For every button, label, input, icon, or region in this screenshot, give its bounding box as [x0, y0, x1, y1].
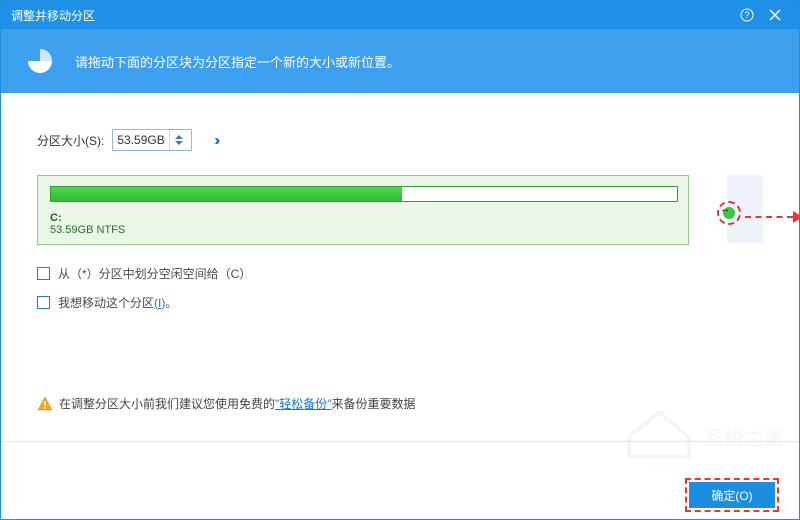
svg-text:系统之家: 系统之家: [704, 427, 784, 450]
usage-fill: [51, 187, 402, 201]
banner-text: 请拖动下面的分区块为分区指定一个新的大小或新位置。: [75, 52, 400, 71]
partition-visual: C: 53.59GB NTFS ↔: [37, 175, 763, 245]
partition-block[interactable]: C: 53.59GB NTFS: [37, 175, 689, 245]
resize-handle[interactable]: ↔: [717, 201, 741, 225]
annotation-line: [745, 216, 793, 218]
footer-separator: [1, 441, 799, 442]
move-suffix: 。: [165, 294, 177, 311]
partition-desc: 53.59GB NTFS: [50, 224, 676, 236]
dialog-window: 调整并移动分区 ? 请拖动下面的分区块为分区指定一个新的大小或新位置。 分区大小…: [0, 0, 800, 520]
size-label: 分区大小(S):: [37, 132, 104, 149]
checkbox-move[interactable]: [37, 296, 50, 309]
spinner-down-icon[interactable]: [175, 141, 183, 145]
spinner-arrows[interactable]: [169, 130, 187, 150]
warning-pre: 在调整分区大小前我们建议您使用免费的: [59, 395, 275, 412]
content-area: 分区大小(S): ›› C: 53.59GB NTFS: [1, 93, 799, 311]
move-label: 我想移动这个分区: [58, 294, 154, 311]
checkbox-move-row[interactable]: 我想移动这个分区 (I) 。: [37, 294, 763, 311]
window-title: 调整并移动分区: [11, 7, 733, 24]
help-icon: ?: [740, 8, 754, 22]
warning-link[interactable]: "轻松备份": [275, 395, 332, 412]
move-link[interactable]: (I): [154, 296, 165, 310]
spinner-up-icon[interactable]: [175, 135, 183, 139]
carve-label-post: ）: [239, 265, 251, 282]
annotation-arrow: [745, 211, 800, 223]
ok-button-wrap: 确定(O): [689, 482, 775, 508]
carve-label-pre: 从（*）分区中划分空闲空间给（: [58, 265, 231, 282]
close-button[interactable]: [761, 1, 789, 29]
checkbox-carve[interactable]: [37, 267, 50, 280]
titlebar: 调整并移动分区 ?: [1, 1, 799, 29]
svg-text:WWW.XITONGZHIJIA.NET: WWW.XITONGZHIJIA.NET: [649, 464, 759, 467]
size-spinner[interactable]: [112, 129, 192, 151]
ok-button[interactable]: 确定(O): [689, 482, 775, 508]
carve-drive: C: [231, 267, 240, 281]
partition-drive-label: C:: [50, 212, 676, 224]
resize-arrows-icon: ↔: [714, 204, 736, 215]
warning-icon: [37, 396, 53, 412]
usage-bar: [50, 186, 678, 202]
warning-post: 来备份重要数据: [332, 395, 416, 412]
partition-icon: [23, 44, 57, 78]
help-button[interactable]: ?: [733, 1, 761, 29]
footer: 确定(O): [1, 471, 799, 519]
size-input[interactable]: [113, 130, 169, 150]
svg-text:?: ?: [744, 10, 749, 20]
annotation-arrowhead-icon: [793, 211, 800, 223]
size-row: 分区大小(S): ››: [37, 129, 763, 151]
watermark: 系统之家 WWW.XITONGZHIJIA.NET: [609, 377, 789, 467]
expand-toggle[interactable]: ››: [200, 132, 216, 149]
warning-row: 在调整分区大小前我们建议您使用免费的 "轻松备份" 来备份重要数据: [37, 395, 416, 412]
checkbox-carve-row[interactable]: 从（*）分区中划分空闲空间给（ C ）: [37, 265, 763, 282]
banner: 请拖动下面的分区块为分区指定一个新的大小或新位置。: [1, 29, 799, 93]
close-icon: [769, 9, 781, 21]
